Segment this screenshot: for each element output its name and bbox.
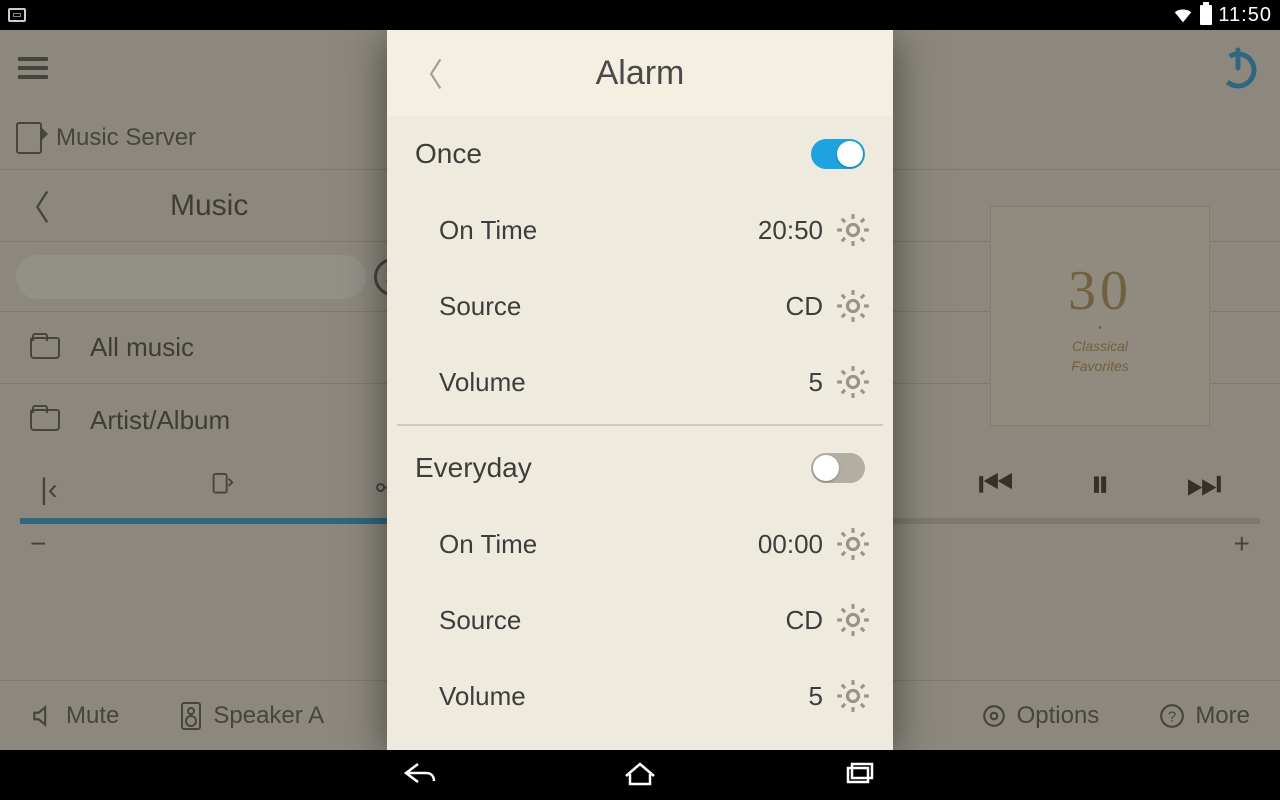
wifi-icon [1172, 4, 1194, 26]
alarm-section-once: Once [387, 116, 893, 192]
gear-icon[interactable] [833, 286, 873, 326]
dialog-header: 〈 Alarm [387, 30, 893, 116]
setting-label: Volume [439, 367, 526, 398]
gear-icon[interactable] [833, 524, 873, 564]
gear-icon[interactable] [833, 362, 873, 402]
keyboard-icon [8, 8, 26, 22]
everyday-volume-row: Volume 5 [387, 658, 893, 734]
setting-label: Volume [439, 681, 526, 712]
setting-value: CD [785, 291, 823, 322]
setting-value: CD [785, 605, 823, 636]
alarm-dialog: 〈 Alarm Once On Time 20:50 Source CD Vol… [387, 30, 893, 750]
setting-label: On Time [439, 215, 537, 246]
setting-value: 20:50 [758, 215, 823, 246]
nav-home-button[interactable] [620, 758, 660, 793]
setting-value: 5 [809, 681, 823, 712]
gear-icon[interactable] [833, 210, 873, 250]
section-label: Once [415, 138, 482, 170]
android-nav-bar [0, 750, 1280, 800]
once-toggle[interactable] [811, 139, 865, 169]
setting-label: Source [439, 605, 521, 636]
setting-value: 5 [809, 367, 823, 398]
gear-icon[interactable] [833, 600, 873, 640]
everyday-source-row: Source CD [387, 582, 893, 658]
once-on-time-row: On Time 20:50 [387, 192, 893, 268]
everyday-on-time-row: On Time 00:00 [387, 506, 893, 582]
section-divider [397, 424, 883, 426]
gear-icon[interactable] [833, 676, 873, 716]
setting-label: On Time [439, 529, 537, 560]
status-clock: 11:50 [1218, 4, 1272, 27]
setting-value: 00:00 [758, 529, 823, 560]
nav-recents-button[interactable] [840, 758, 880, 793]
alarm-section-everyday: Everyday [387, 430, 893, 506]
setting-label: Source [439, 291, 521, 322]
everyday-toggle[interactable] [811, 453, 865, 483]
dialog-back-button[interactable]: 〈 [411, 50, 443, 96]
section-label: Everyday [415, 452, 532, 484]
battery-icon [1200, 5, 1212, 25]
android-status-bar: 11:50 [0, 0, 1280, 30]
once-source-row: Source CD [387, 268, 893, 344]
once-volume-row: Volume 5 [387, 344, 893, 420]
dialog-title: Alarm [596, 54, 685, 93]
nav-back-button[interactable] [400, 758, 440, 793]
